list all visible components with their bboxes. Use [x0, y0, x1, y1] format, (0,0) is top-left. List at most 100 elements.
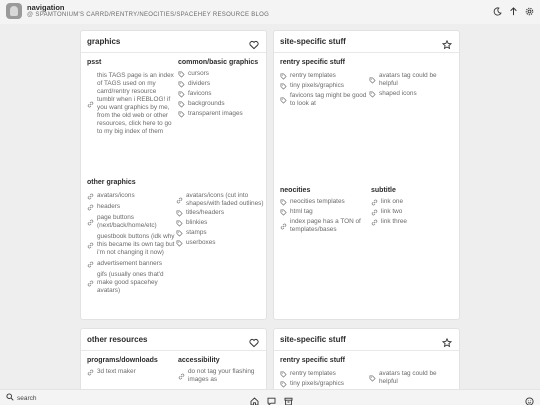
card-header: site-specific stuff	[274, 329, 459, 351]
list-item[interactable]: avatars/icons (cut into shapes/with fade…	[176, 192, 264, 208]
link-icon	[87, 368, 97, 376]
list-item[interactable]: 3d text maker	[87, 368, 175, 376]
list-item[interactable]: shaped icons	[369, 90, 457, 98]
chat-icon[interactable]	[267, 393, 276, 405]
tag-icon	[280, 72, 290, 80]
site-specific-card-2: site-specific stuff rentry specific stuf…	[273, 328, 460, 398]
list-item[interactable]: link two	[371, 208, 457, 216]
bottom-bar: search	[0, 389, 540, 405]
list-item[interactable]: cursors	[178, 70, 264, 78]
card-title: graphics	[87, 37, 121, 46]
list-item[interactable]: html tag	[280, 208, 369, 216]
list-item[interactable]: link one	[371, 198, 457, 206]
heart-icon[interactable]	[249, 335, 259, 348]
top-bar: navigation @ SPAMTONIUM'S CARRD/RENTRY/NE…	[0, 0, 540, 24]
link-icon	[87, 100, 97, 108]
bottom-actions	[250, 393, 293, 405]
search-placeholder: search	[17, 394, 37, 402]
card-header: other resources	[81, 329, 266, 351]
rentry-right: avatars tag could be helpful	[369, 370, 457, 386]
programs-section: programs/downloads 3d text maker	[87, 357, 175, 376]
list-item[interactable]: stamps	[176, 229, 264, 237]
list-item[interactable]: link three	[371, 218, 457, 226]
list-item[interactable]: backgrounds	[178, 100, 264, 108]
star-icon[interactable]	[441, 335, 453, 348]
tag-icon	[280, 208, 290, 216]
face-icon[interactable]	[525, 393, 534, 405]
rentry-left: rentry templates tiny pixels/graphics	[280, 370, 369, 388]
section-heading: rentry specific stuff	[280, 59, 345, 66]
blog-subtitle[interactable]: @ SPAMTONIUM'S CARRD/RENTRY/NEOCITIES/SPA…	[27, 12, 269, 18]
rentry-right: avatars tag could be helpful shaped icon…	[369, 72, 457, 98]
list-item[interactable]: index page has a TON of templates/bases	[280, 218, 369, 234]
card-title: site-specific stuff	[280, 335, 346, 344]
site-specific-card: site-specific stuff rentry specific stuf…	[273, 30, 460, 320]
home-icon[interactable]	[250, 393, 259, 405]
link-icon	[87, 279, 97, 287]
list-item[interactable]: guestbook buttons (idk why this became i…	[87, 233, 175, 257]
list-item[interactable]: blinkies	[176, 219, 264, 227]
rentry-section: rentry specific stuff	[280, 59, 457, 69]
star-icon[interactable]	[441, 37, 453, 50]
gear-icon[interactable]	[524, 6, 534, 16]
tag-icon	[178, 80, 188, 88]
top-actions	[492, 6, 534, 16]
list-item[interactable]: favicons tag might be good to look at	[280, 92, 369, 108]
list-item[interactable]: advertisement banners	[87, 260, 175, 268]
list-item[interactable]: dividers	[178, 80, 264, 88]
graphics-card: graphics psst this TAGS page is an index…	[80, 30, 267, 320]
heart-icon[interactable]	[249, 37, 259, 50]
section-heading: common/basic graphics	[178, 59, 259, 66]
avatar[interactable]	[6, 3, 22, 19]
list-item[interactable]: avatars tag could be helpful	[369, 72, 457, 88]
arrow-up-icon[interactable]	[508, 6, 518, 16]
link-icon	[87, 260, 97, 268]
card-title: site-specific stuff	[280, 37, 346, 46]
link-icon	[178, 372, 188, 380]
list-item[interactable]: favicons	[178, 90, 264, 98]
list-item[interactable]: rentry templates	[280, 370, 369, 378]
list-item[interactable]: neocities templates	[280, 198, 369, 206]
list-item[interactable]: avatars tag could be helpful	[369, 370, 457, 386]
list-item[interactable]: titles/headers	[176, 209, 264, 217]
list-item[interactable]: avatars/icons	[87, 192, 175, 200]
link-icon	[87, 241, 97, 249]
rentry-section: rentry specific stuff	[280, 357, 457, 367]
at-symbol: @	[27, 12, 34, 18]
section-heading: accessibility	[178, 357, 220, 364]
link-icon	[87, 203, 97, 211]
list-item[interactable]: transparent images	[178, 110, 264, 118]
section-heading: neocities	[280, 187, 311, 194]
link-icon	[371, 198, 381, 206]
tag-icon	[178, 100, 188, 108]
other-graphics-left: avatars/icons headers page buttons (next…	[87, 192, 175, 295]
moon-icon[interactable]	[492, 6, 502, 16]
tag-icon	[280, 380, 290, 388]
link-icon	[280, 222, 290, 230]
link-icon	[371, 208, 381, 216]
tag-icon	[280, 82, 290, 90]
list-item[interactable]: gifs (usually ones that'd make good spac…	[87, 271, 175, 295]
list-item[interactable]: userboxes	[176, 239, 264, 247]
other-resources-card: other resources programs/downloads 3d te…	[80, 328, 267, 398]
list-item[interactable]: headers	[87, 203, 175, 211]
blog-name: SPAMTONIUM'S CARRD/RENTRY/NEOCITIES/SPAC…	[35, 12, 270, 18]
tag-icon	[176, 229, 186, 237]
list-item[interactable]: rentry templates	[280, 72, 369, 80]
section-heading: other graphics	[87, 179, 136, 186]
section-heading: subtitle	[371, 187, 396, 194]
card-title: other resources	[87, 335, 148, 344]
list-item[interactable]: this TAGS page is an index of TAGS used …	[87, 72, 175, 136]
other-graphics-section: other graphics	[87, 179, 264, 189]
rentry-left: rentry templates tiny pixels/graphics fa…	[280, 72, 369, 108]
tag-icon	[369, 76, 379, 84]
tag-icon	[280, 198, 290, 206]
search-input[interactable]: search	[6, 393, 37, 403]
list-item[interactable]: page buttons (next/back/home/etc)	[87, 214, 175, 230]
common-graphics-section: common/basic graphics cursors dividers f…	[178, 59, 264, 118]
archive-icon[interactable]	[284, 393, 293, 405]
accessibility-section: accessibility do not tag your flashing i…	[178, 357, 264, 384]
list-item[interactable]: do not tag your flashing images as	[178, 368, 264, 384]
list-item[interactable]: tiny pixels/graphics	[280, 82, 369, 90]
list-item[interactable]: tiny pixels/graphics	[280, 380, 369, 388]
